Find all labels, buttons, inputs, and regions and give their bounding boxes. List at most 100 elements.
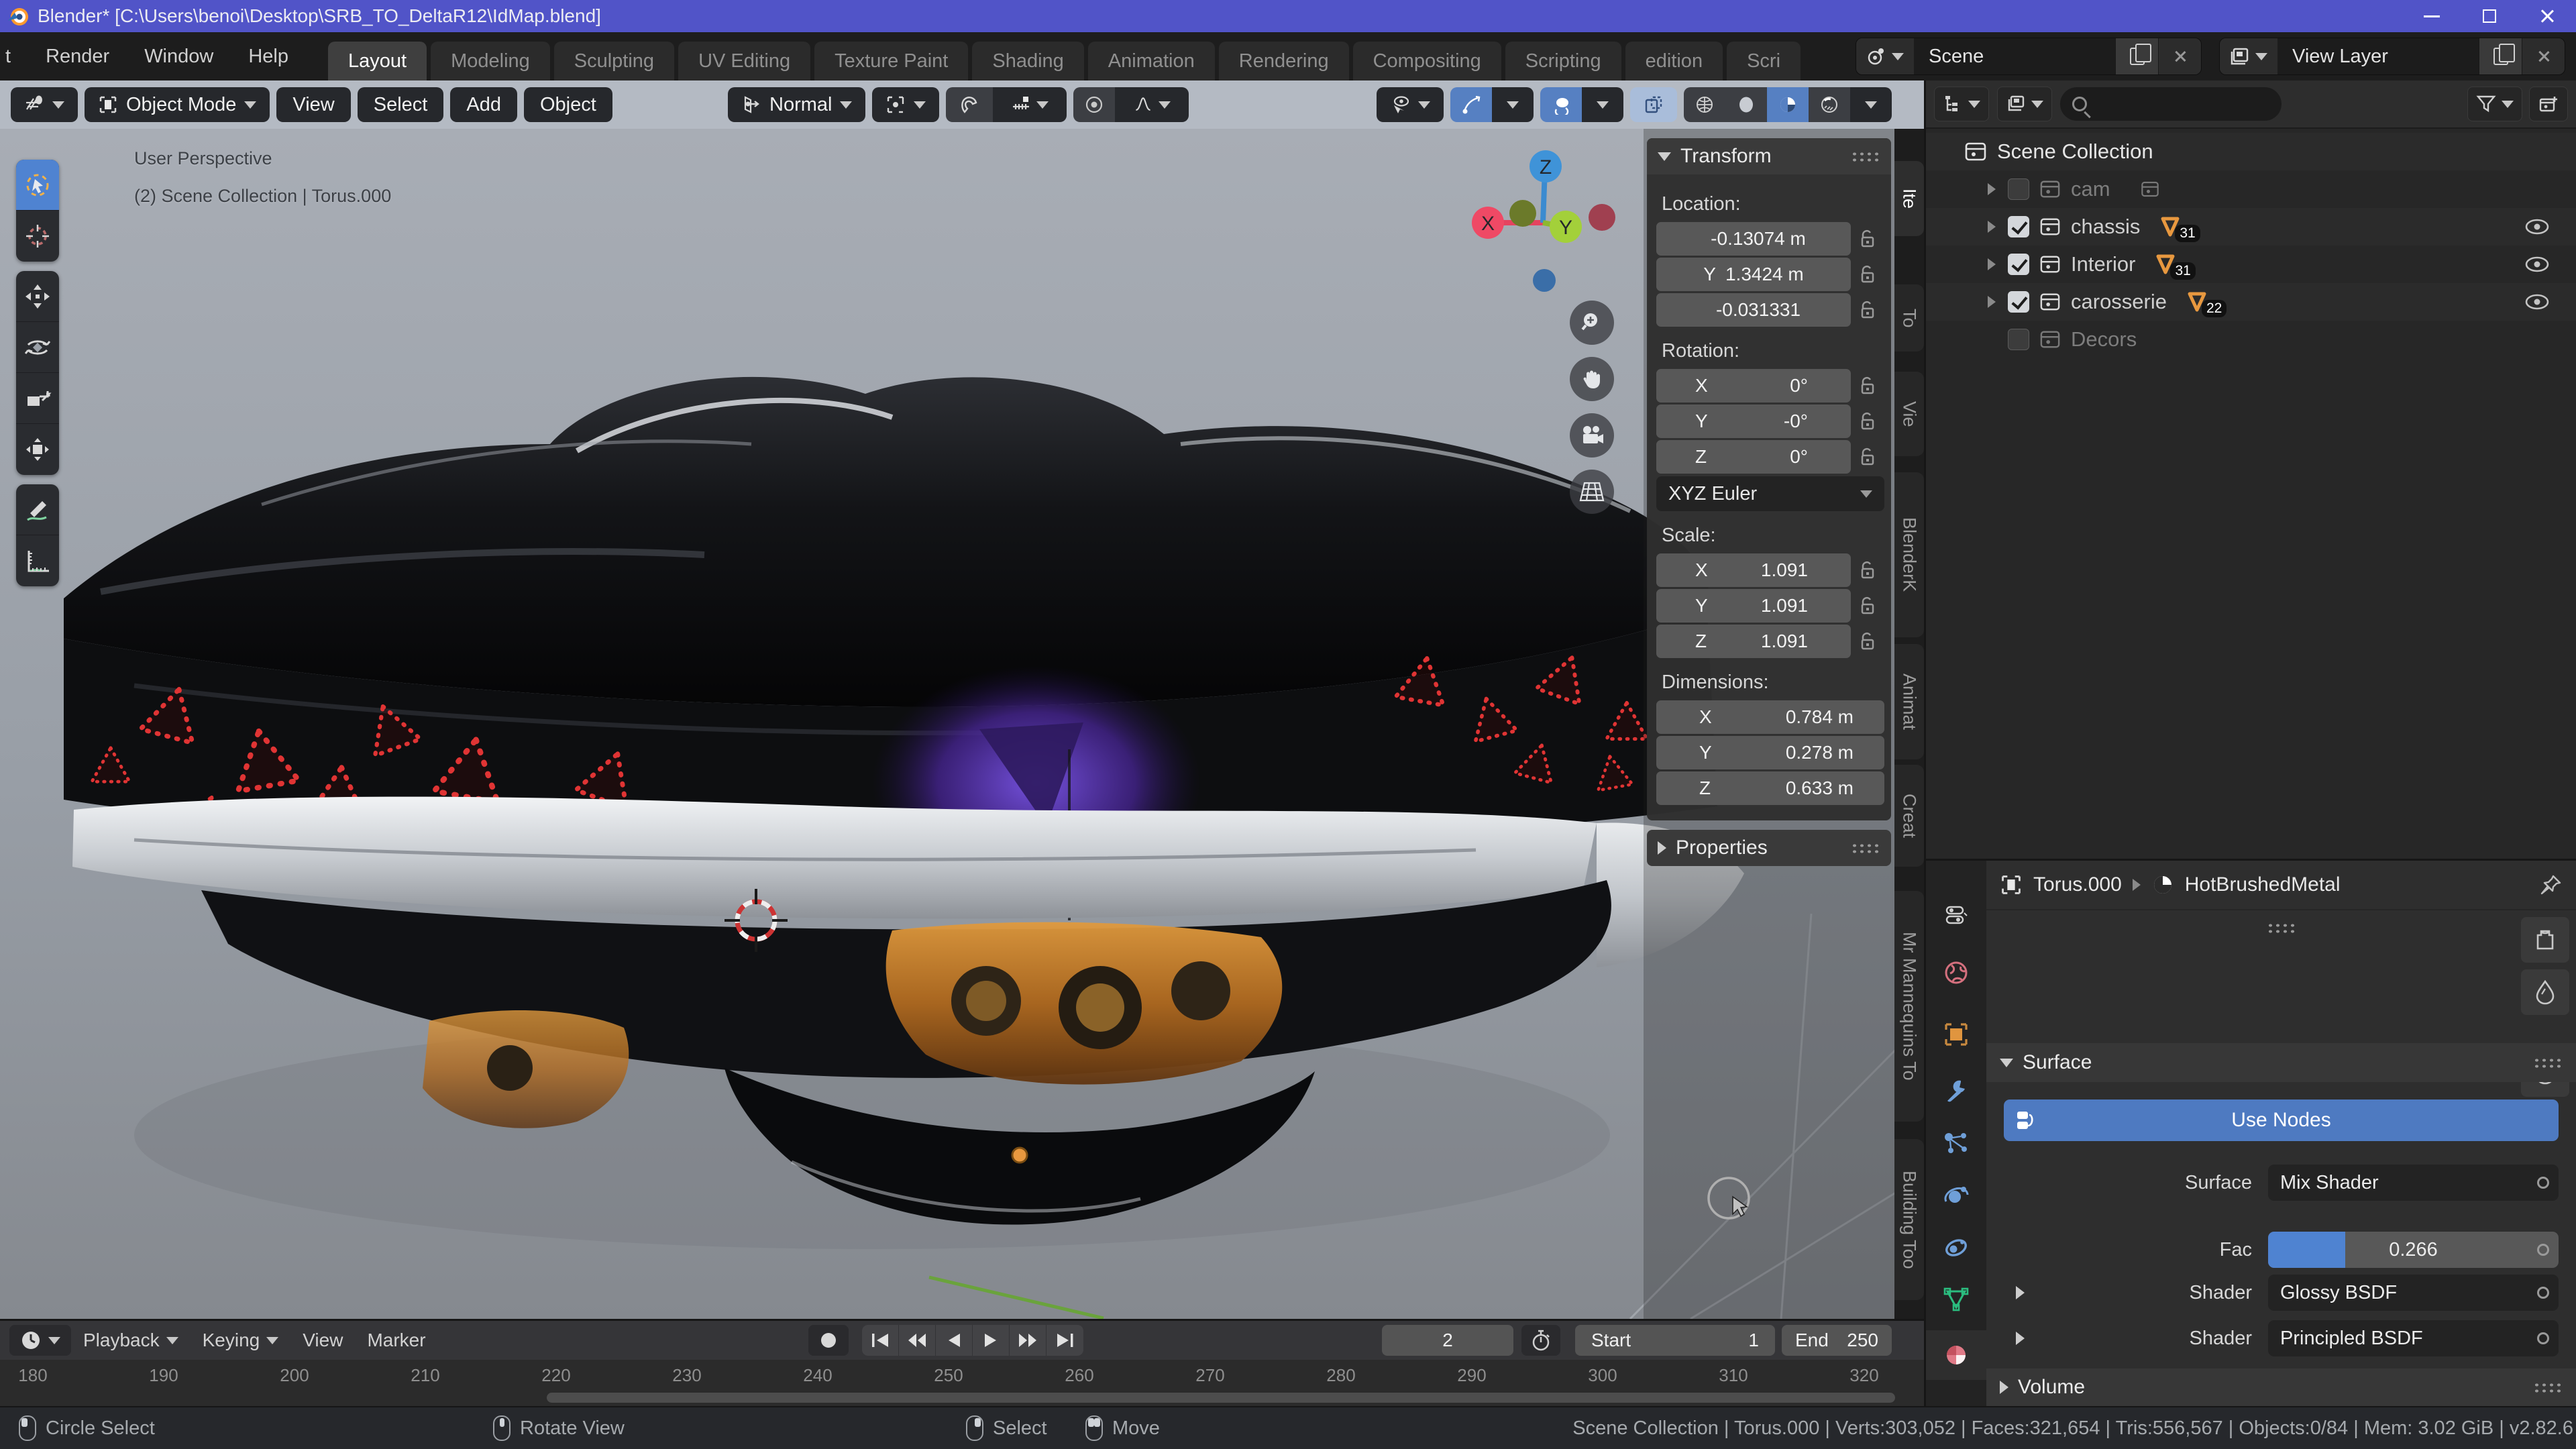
hide-eye-toggle[interactable] bbox=[2524, 293, 2551, 311]
tab-item[interactable]: Ite bbox=[1894, 161, 1924, 236]
menu-edit-truncated[interactable]: t bbox=[0, 32, 28, 80]
tab-modeling[interactable]: Modeling bbox=[431, 42, 550, 80]
scale-y-field[interactable]: Y1.091 bbox=[1656, 589, 1851, 623]
menu-help[interactable]: Help bbox=[231, 32, 306, 80]
tab-rendering[interactable]: Rendering bbox=[1219, 42, 1349, 80]
outliner-row-cam[interactable]: cam bbox=[1926, 170, 2576, 208]
scale-y-lock[interactable] bbox=[1851, 595, 1884, 616]
jump-to-end-button[interactable] bbox=[1046, 1325, 1083, 1356]
properties-editor-type-button[interactable] bbox=[1926, 890, 1986, 940]
rotation-z-lock[interactable] bbox=[1851, 446, 1884, 468]
tab-shading[interactable]: Shading bbox=[972, 42, 1083, 80]
timeline-editor-type-button[interactable] bbox=[9, 1325, 71, 1356]
tab-blenderkit[interactable]: BlenderK bbox=[1894, 472, 1924, 637]
tab-scri-truncated[interactable]: Scri bbox=[1727, 42, 1801, 80]
tab-animation[interactable]: Animation bbox=[1088, 42, 1215, 80]
menu-object[interactable]: Object bbox=[524, 87, 612, 122]
outliner-row-carosserie[interactable]: carosserie 22 bbox=[1926, 283, 2576, 321]
expand-icon[interactable] bbox=[2016, 1286, 2025, 1299]
tool-measure[interactable] bbox=[16, 535, 59, 586]
viewport-3d[interactable]: Object Mode View Select Add Object Norma… bbox=[0, 80, 1924, 1319]
volume-panel-header[interactable]: Volume bbox=[1986, 1368, 2576, 1406]
hide-eye-toggle[interactable] bbox=[2524, 256, 2551, 273]
surface-panel-header[interactable]: Surface bbox=[1986, 1043, 2576, 1082]
expand-icon[interactable] bbox=[1988, 296, 1996, 308]
view-layer-icon-dropdown[interactable] bbox=[2220, 38, 2277, 74]
start-frame-field[interactable]: Start1 bbox=[1575, 1325, 1775, 1356]
shading-material-button[interactable] bbox=[1767, 87, 1809, 122]
tool-cursor[interactable] bbox=[16, 211, 59, 262]
tab-data-properties[interactable] bbox=[1926, 1275, 1986, 1325]
dimensions-z-field[interactable]: Z0.633 m bbox=[1656, 771, 1884, 805]
tab-constraint-properties[interactable] bbox=[1926, 1223, 1986, 1273]
snap-settings-dropdown[interactable] bbox=[993, 87, 1067, 122]
axis-neg-y-ball[interactable] bbox=[1509, 200, 1536, 227]
prev-keyframe-button[interactable] bbox=[899, 1325, 936, 1356]
location-y-lock[interactable] bbox=[1851, 264, 1884, 285]
shader1-dropdown[interactable]: Glossy BSDF bbox=[2268, 1275, 2559, 1311]
camera-view-button[interactable] bbox=[1570, 413, 1614, 458]
location-z-lock[interactable] bbox=[1851, 299, 1884, 321]
pin-icon[interactable] bbox=[2540, 873, 2563, 896]
tool-select-circle[interactable] bbox=[16, 160, 59, 211]
collection-checkbox[interactable] bbox=[2008, 329, 2029, 350]
view-layer-copy-button[interactable] bbox=[2479, 38, 2522, 74]
shading-wireframe-button[interactable] bbox=[1684, 87, 1725, 122]
outliner-row-interior[interactable]: Interior 31 bbox=[1926, 246, 2576, 283]
expand-icon[interactable] bbox=[1988, 258, 1996, 270]
tab-modifier-properties[interactable] bbox=[1926, 1066, 1986, 1116]
tool-scale[interactable] bbox=[16, 373, 59, 424]
drag-handle-icon[interactable] bbox=[2267, 922, 2296, 933]
view-layer-remove-button[interactable] bbox=[2522, 38, 2565, 74]
shading-solid-button[interactable] bbox=[1725, 87, 1767, 122]
menu-select[interactable]: Select bbox=[358, 87, 444, 122]
marker-menu[interactable]: Marker bbox=[355, 1330, 437, 1351]
scene-name[interactable]: Scene bbox=[1914, 46, 2115, 68]
surface-shader-dropdown[interactable]: Mix Shader bbox=[2268, 1165, 2559, 1201]
visibility-dropdown[interactable] bbox=[1377, 87, 1444, 122]
overlays-toggle[interactable] bbox=[1540, 87, 1582, 122]
collection-checkbox[interactable] bbox=[2008, 216, 2029, 237]
tab-world-properties[interactable] bbox=[1926, 948, 1986, 998]
expand-icon[interactable] bbox=[1988, 183, 1996, 195]
tab-compositing[interactable]: Compositing bbox=[1353, 42, 1501, 80]
menu-window[interactable]: Window bbox=[127, 32, 231, 80]
location-y-field[interactable]: Y1.3424 m bbox=[1656, 258, 1851, 291]
timeline-ruler[interactable]: 1801902002102202302402502602702802903003… bbox=[0, 1360, 1924, 1406]
orientation-dropdown[interactable]: Normal bbox=[728, 87, 865, 122]
current-frame-field[interactable]: 2 bbox=[1382, 1325, 1513, 1356]
gizmo-settings-dropdown[interactable] bbox=[1492, 87, 1534, 122]
tab-particle-properties[interactable] bbox=[1926, 1118, 1986, 1168]
scene-copy-button[interactable] bbox=[2115, 38, 2158, 74]
tab-edition[interactable]: edition bbox=[1625, 42, 1723, 80]
dimensions-y-field[interactable]: Y0.278 m bbox=[1656, 736, 1884, 769]
location-z-field[interactable]: -0.031331 bbox=[1656, 293, 1851, 327]
viewport-canvas[interactable] bbox=[0, 129, 1924, 1319]
tool-annotate[interactable] bbox=[16, 484, 59, 535]
tab-material-properties[interactable] bbox=[1926, 1330, 1986, 1380]
rotation-mode-dropdown[interactable]: XYZ Euler bbox=[1656, 476, 1884, 511]
pivot-point-dropdown[interactable] bbox=[872, 87, 939, 122]
keying-menu[interactable]: Keying bbox=[191, 1330, 291, 1351]
scale-z-lock[interactable] bbox=[1851, 631, 1884, 652]
mode-dropdown[interactable]: Object Mode bbox=[85, 87, 270, 122]
scale-z-field[interactable]: Z1.091 bbox=[1656, 625, 1851, 658]
slot-droplet-button[interactable] bbox=[2521, 969, 2569, 1015]
tab-view[interactable]: Vie bbox=[1894, 372, 1924, 456]
overlays-settings-dropdown[interactable] bbox=[1582, 87, 1623, 122]
use-preview-range-button[interactable] bbox=[1521, 1325, 1560, 1356]
tab-building-tools[interactable]: Building Too bbox=[1894, 1139, 1924, 1300]
shader2-dropdown[interactable]: Principled BSDF bbox=[2268, 1320, 2559, 1356]
auto-key-button[interactable] bbox=[808, 1325, 849, 1356]
drag-handle-icon[interactable] bbox=[2533, 1382, 2563, 1393]
collection-checkbox[interactable] bbox=[2008, 254, 2029, 275]
ortho-grid-button[interactable] bbox=[1570, 470, 1614, 514]
end-frame-field[interactable]: End250 bbox=[1782, 1325, 1892, 1356]
use-nodes-button[interactable]: Use Nodes bbox=[2004, 1099, 2559, 1141]
location-x-lock[interactable] bbox=[1851, 228, 1884, 250]
zoom-button[interactable] bbox=[1570, 301, 1614, 345]
expand-icon[interactable] bbox=[2016, 1332, 2025, 1345]
view-menu[interactable]: View bbox=[290, 1330, 355, 1351]
proportional-edit-toggle[interactable] bbox=[1073, 87, 1115, 122]
collection-checkbox[interactable] bbox=[2008, 178, 2029, 200]
